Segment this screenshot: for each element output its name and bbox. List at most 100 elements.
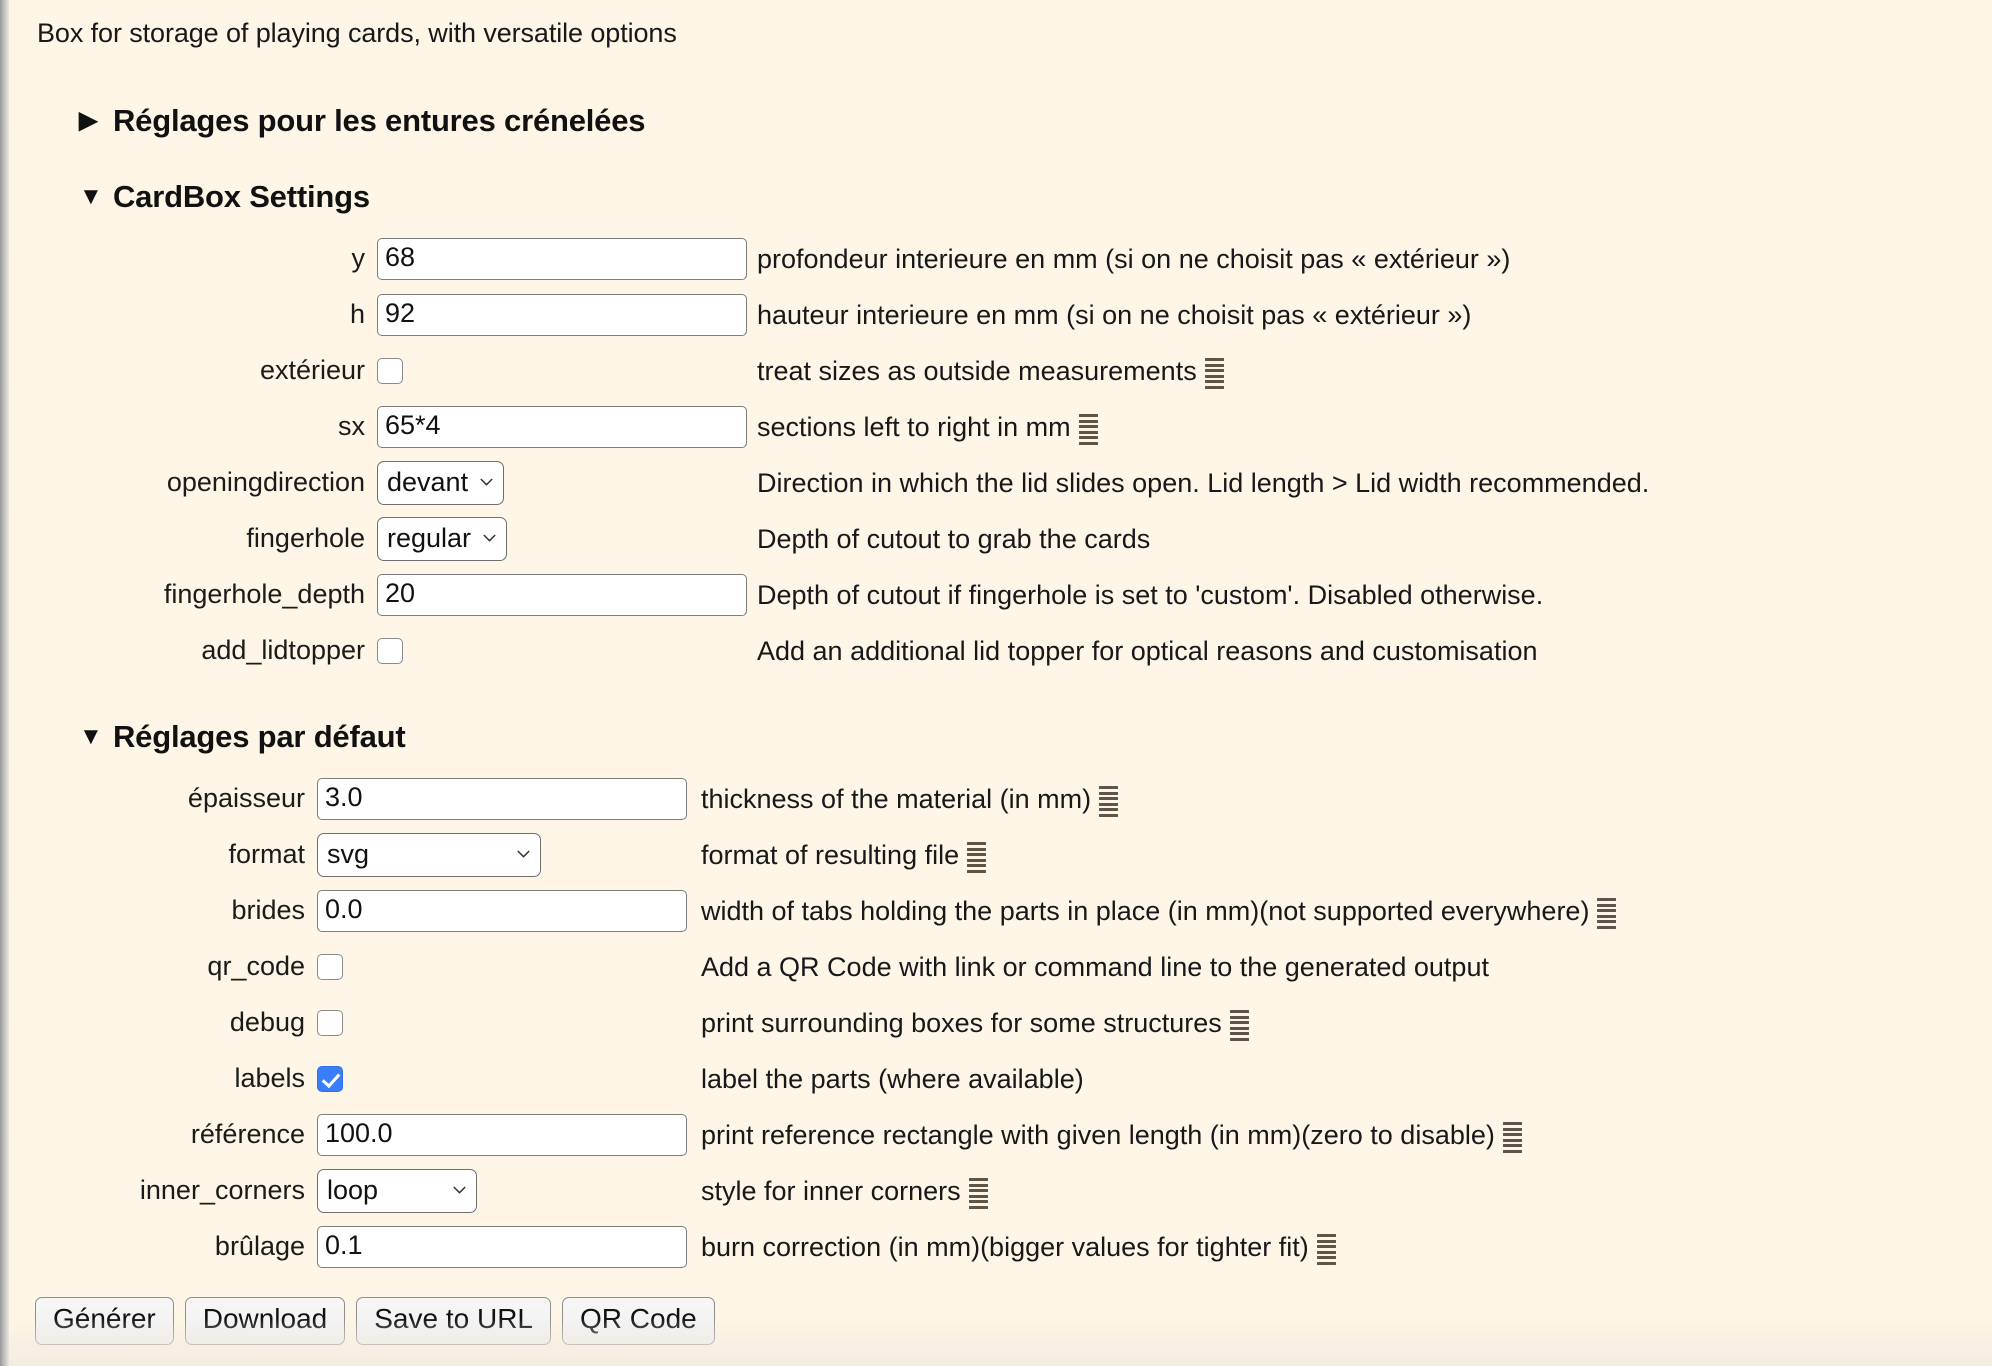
field-label-brûlage: brûlage (214, 1231, 305, 1262)
page-root: Box for storage of playing cards, with v… (0, 0, 1992, 1366)
documentation-lines-icon[interactable] (1502, 1122, 1522, 1153)
field-description-text: hauteur interieure en mm (si on ne chois… (757, 299, 1472, 330)
scrollbar-gutter[interactable] (0, 0, 9, 1366)
field-control-wrapper: loop (317, 1168, 697, 1213)
field-control-wrapper (377, 573, 751, 616)
field-control-wrapper (317, 953, 697, 980)
field-description-text: thickness of the material (in mm) (701, 783, 1092, 814)
field-description: width of tabs holding the parts in place… (697, 895, 1617, 929)
settings-rows-cardbox: y profondeur interieure en mm (si on ne c… (27, 231, 1992, 679)
chevron-down-icon: ▼ (79, 182, 103, 210)
field-description-text: Depth of cutout to grab the cards (757, 523, 1151, 554)
field-description: treat sizes as outside measurements (751, 355, 1224, 389)
field-control-wrapper (317, 889, 697, 932)
checkbox-add_lidtopper[interactable] (377, 637, 403, 664)
select-value-format: svg (327, 839, 370, 870)
checkbox-qr_code[interactable] (317, 953, 343, 980)
field-label-inner_corners: inner_corners (139, 1175, 305, 1206)
select-value-fingerhole: regular (387, 523, 472, 554)
button-save-to-url[interactable]: Save to URL (356, 1296, 551, 1345)
field-control-wrapper (377, 357, 751, 384)
select-openingdirection[interactable]: devant (377, 460, 505, 505)
input-fingerhole_depth[interactable] (377, 573, 747, 616)
field-description: label the parts (where available) (697, 1063, 1084, 1095)
section-header-defaults[interactable]: ▼ Réglages par défaut (79, 719, 1992, 755)
checkbox-extérieur[interactable] (377, 357, 403, 384)
field-control-wrapper: devant (377, 460, 751, 505)
field-label-openingdirection: openingdirection (166, 467, 365, 498)
documentation-lines-icon[interactable] (1597, 898, 1617, 929)
input-sx[interactable] (377, 405, 747, 448)
input-référence[interactable] (317, 1113, 687, 1156)
documentation-lines-icon[interactable] (968, 1178, 988, 1209)
input-brûlage[interactable] (317, 1225, 687, 1268)
field-control-wrapper (377, 237, 751, 280)
settings-row: sx sections left to right in mm (27, 399, 1992, 455)
select-value-openingdirection: devant (387, 467, 469, 498)
field-description: burn correction (in mm)(bigger values fo… (697, 1231, 1336, 1265)
section-header-cardbox[interactable]: ▼ CardBox Settings (79, 179, 1992, 215)
field-control-wrapper: regular (377, 516, 751, 561)
settings-row: format svg format of resulting file (27, 827, 1992, 883)
input-y[interactable] (377, 237, 747, 280)
field-description: Depth of cutout to grab the cards (751, 523, 1150, 555)
field-description: print surrounding boxes for some structu… (697, 1007, 1249, 1041)
settings-row: brides width of tabs holding the parts in… (27, 883, 1992, 939)
documentation-lines-icon[interactable] (967, 842, 987, 873)
field-description-text: sections left to right in mm (757, 411, 1071, 442)
field-description-text: label the parts (where available) (701, 1063, 1084, 1094)
documentation-lines-icon[interactable] (1229, 1010, 1249, 1041)
field-label-format: format (228, 839, 305, 870)
button-download[interactable]: Download (184, 1296, 346, 1345)
button-g-n-rer[interactable]: Générer (35, 1296, 174, 1345)
select-format[interactable]: svg (317, 832, 541, 877)
section-title-defaults: Réglages par défaut (113, 718, 406, 754)
select-fingerhole[interactable]: regular (377, 516, 508, 561)
input-h[interactable] (377, 293, 747, 336)
section-header-finger-joint[interactable]: ▶ Réglages pour les entures crénelées (79, 103, 1992, 139)
field-label-extérieur: extérieur (259, 355, 365, 386)
field-description-text: print reference rectangle with given len… (701, 1119, 1495, 1150)
field-label-add_lidtopper: add_lidtopper (201, 635, 365, 666)
field-control-wrapper (377, 405, 751, 448)
settings-row: qr_code Add a QR Code with link or comman… (27, 939, 1992, 995)
field-description: format of resulting file (697, 839, 987, 873)
settings-row: y profondeur interieure en mm (si on ne c… (27, 231, 1992, 287)
field-description-text: print surrounding boxes for some structu… (701, 1007, 1222, 1038)
chevron-right-icon: ▶ (79, 106, 98, 134)
checkbox-debug[interactable] (317, 1009, 343, 1036)
settings-row: debug print surrounding boxes for some st… (27, 995, 1992, 1051)
field-control-wrapper (317, 777, 697, 820)
field-description: sections left to right in mm (751, 411, 1098, 445)
select-inner_corners[interactable]: loop (317, 1168, 477, 1213)
section-title-finger-joint: Réglages pour les entures crénelées (113, 102, 646, 138)
input-brides[interactable] (317, 889, 687, 932)
field-description: hauteur interieure en mm (si on ne chois… (751, 299, 1471, 331)
field-label-labels: labels (234, 1063, 305, 1094)
settings-row: add_lidtopper Add an additional lid toppe… (27, 623, 1992, 679)
settings-rows-defaults: épaisseur thickness of the material (in m… (27, 771, 1992, 1275)
field-label-fingerhole_depth: fingerhole_depth (163, 579, 365, 610)
field-description-text: profondeur interieure en mm (si on ne ch… (757, 243, 1511, 274)
form-content: Box for storage of playing cards, with v… (9, 0, 1992, 1366)
field-label-référence: référence (190, 1119, 305, 1150)
settings-row: inner_corners loop style for inner corners (27, 1163, 1992, 1219)
checkbox-labels[interactable] (317, 1065, 343, 1092)
documentation-lines-icon[interactable] (1316, 1234, 1336, 1265)
settings-row: épaisseur thickness of the material (in m… (27, 771, 1992, 827)
documentation-lines-icon[interactable] (1078, 414, 1098, 445)
field-description-text: burn correction (in mm)(bigger values fo… (701, 1231, 1309, 1262)
field-label-y: y (351, 243, 366, 274)
chevron-down-icon: ▼ (79, 722, 103, 750)
field-description-text: style for inner corners (701, 1175, 961, 1206)
field-control-wrapper (377, 637, 751, 664)
field-description-text: format of resulting file (701, 839, 960, 870)
select-value-inner_corners: loop (327, 1175, 379, 1206)
input-épaisseur[interactable] (317, 777, 687, 820)
field-description-text: Add an additional lid topper for optical… (757, 635, 1538, 666)
documentation-lines-icon[interactable] (1204, 358, 1224, 389)
button-qr-code[interactable]: QR Code (562, 1296, 715, 1345)
settings-row: extérieur treat sizes as outside measurem… (27, 343, 1992, 399)
documentation-lines-icon[interactable] (1099, 786, 1119, 817)
field-description: Add a QR Code with link or command line … (697, 951, 1489, 983)
